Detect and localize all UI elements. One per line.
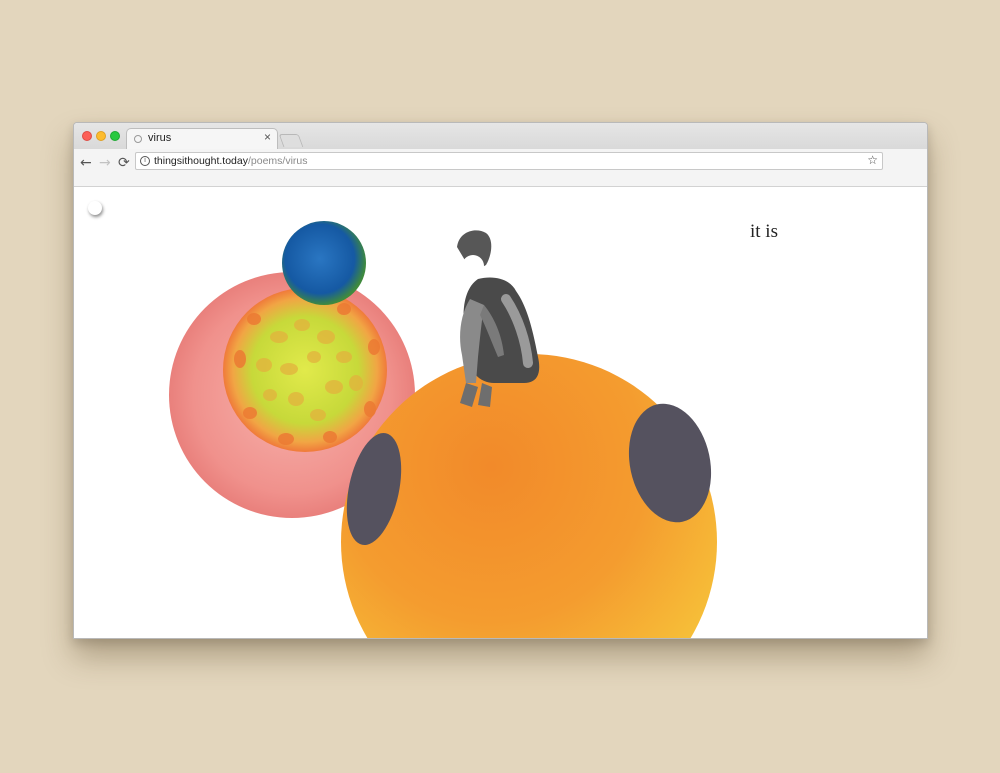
browser-window: virus × ← → ⟳ i thingsithought.today/poe… (73, 122, 928, 639)
bookmark-star-icon[interactable]: ☆ (867, 153, 878, 167)
collage-illustration (169, 221, 717, 638)
minimize-window-button[interactable] (96, 131, 106, 141)
seated-figure-shape (457, 230, 540, 407)
page-content: it is (74, 187, 927, 638)
close-tab-icon[interactable]: × (264, 130, 271, 144)
url-path: /poems/virus (248, 155, 308, 167)
back-arrow-icon[interactable]: ← (80, 155, 92, 171)
new-tab-button[interactable] (278, 134, 304, 147)
address-bar[interactable]: i thingsithought.today/poems/virus ☆ (135, 152, 883, 170)
cell-nucleus-shape (223, 288, 387, 452)
tab-virus[interactable]: virus × (126, 128, 278, 150)
menu-toggle-button[interactable] (88, 201, 102, 215)
maximize-window-button[interactable] (110, 131, 120, 141)
forward-arrow-icon[interactable]: → (99, 155, 111, 171)
page-favicon-icon (134, 135, 142, 143)
url-text[interactable]: thingsithought.today/poems/virus (154, 155, 308, 167)
info-icon[interactable]: i (140, 156, 150, 166)
tab-title: virus (148, 132, 172, 144)
url-host: thingsithought.today (154, 155, 248, 167)
blue-planet-shape (282, 221, 366, 305)
close-window-button[interactable] (82, 131, 92, 141)
reload-icon[interactable]: ⟳ (118, 155, 130, 171)
poem-line: it is (750, 221, 778, 242)
browser-toolbar: ← → ⟳ i thingsithought.today/poems/virus… (74, 149, 927, 187)
title-bar: virus × (74, 123, 927, 150)
